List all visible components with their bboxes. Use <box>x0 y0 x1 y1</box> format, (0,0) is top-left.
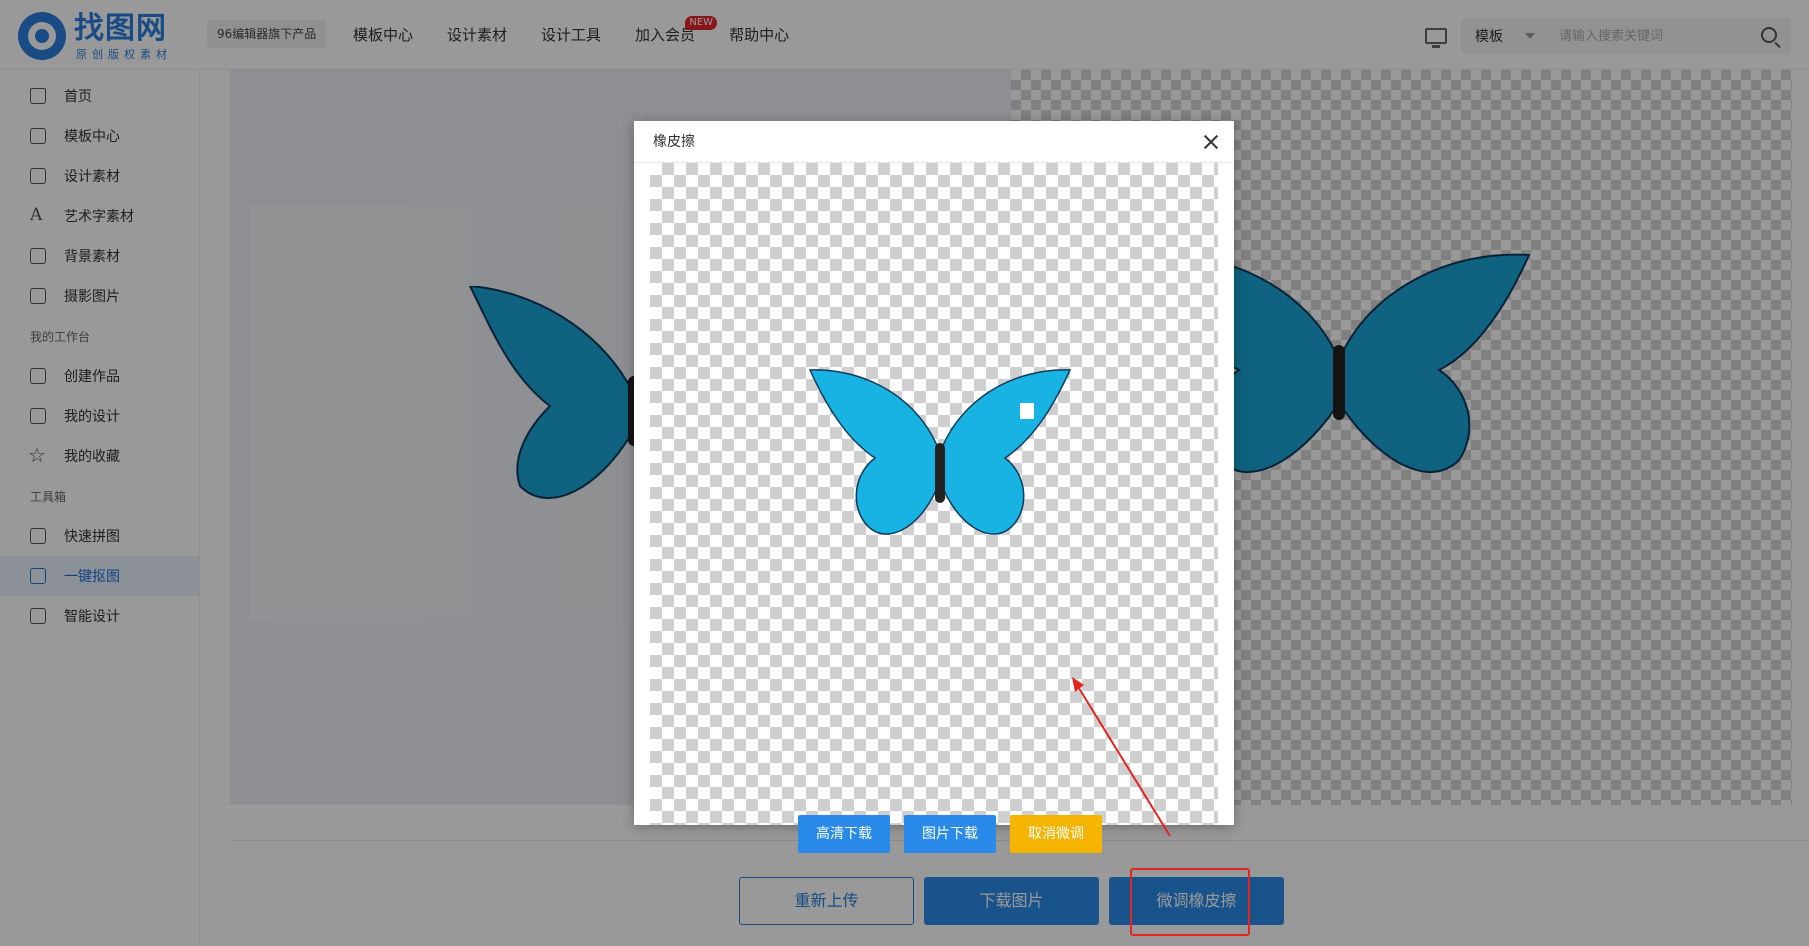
eraser-canvas[interactable]: 高清下载 图片下载 取消微调 <box>650 163 1218 853</box>
erased-spot <box>1020 403 1034 419</box>
modal-header: 橡皮擦 <box>634 121 1234 163</box>
butterfly-edit-image <box>808 369 1072 535</box>
close-icon[interactable] <box>1202 133 1220 151</box>
annotation-highlight-box <box>1130 868 1250 936</box>
cancel-fine-tune-button[interactable]: 取消微调 <box>1010 815 1102 853</box>
modal-title: 橡皮擦 <box>653 134 695 150</box>
hd-download-button[interactable]: 高清下载 <box>798 815 890 853</box>
image-download-button[interactable]: 图片下载 <box>904 815 996 853</box>
eraser-modal: 橡皮擦 高清下载 图片下载 取消微调 <box>634 121 1234 853</box>
